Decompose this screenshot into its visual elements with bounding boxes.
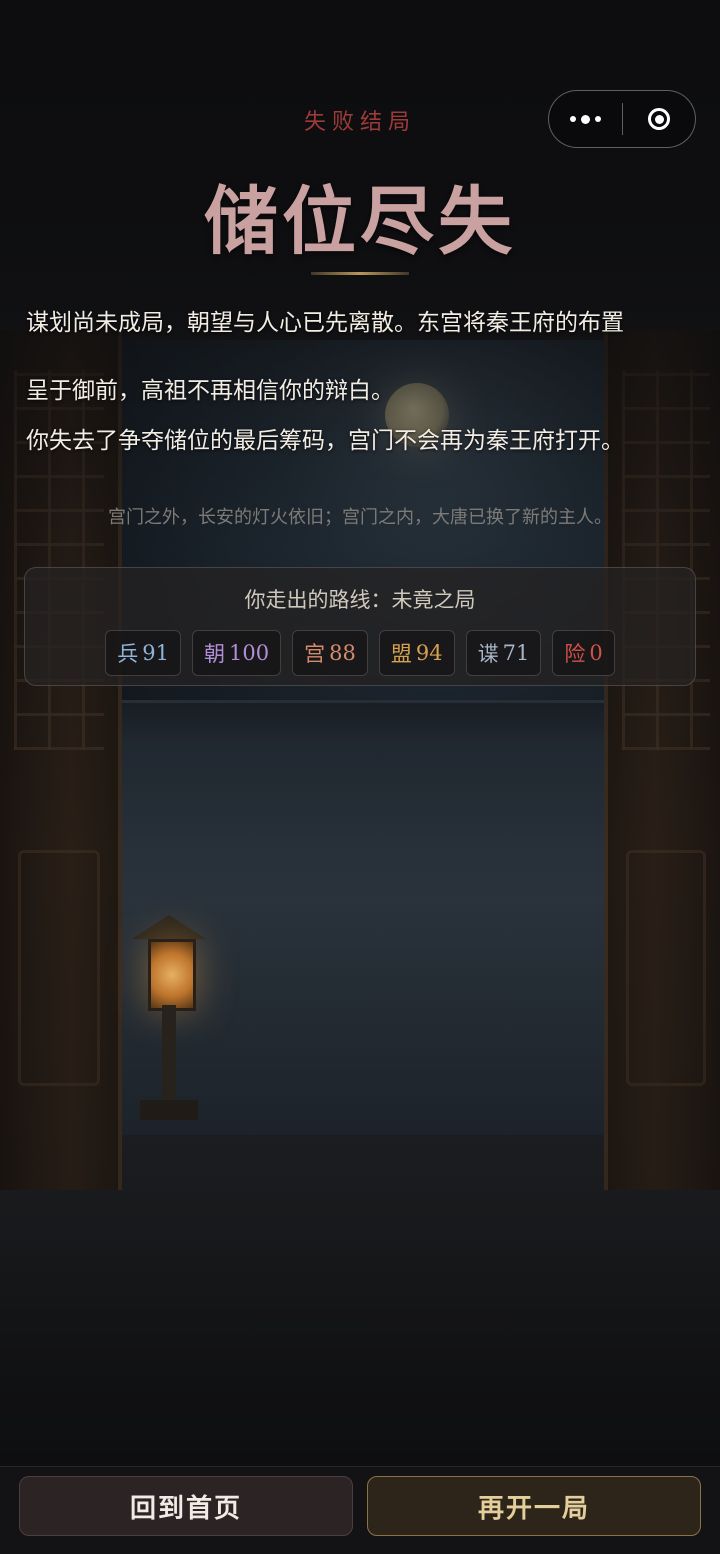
stat-badge: 盟 94 [378, 630, 455, 676]
narrative-line-3: 你失去了争夺储位的最后筹码，宫门不会再为秦王府打开。 [26, 428, 624, 454]
stat-label: 盟 [390, 642, 412, 666]
stat-value: 71 [502, 641, 530, 665]
stat-label: 朝 [204, 642, 226, 666]
bottom-action-bar: 回到首页 再开一局 [0, 1466, 720, 1554]
stat-label: 谍 [477, 642, 499, 666]
route-card: 你走出的路线：未竟之局 兵 91 朝 100 宫 88 盟 94 谍 71 险 … [24, 567, 696, 686]
stat-badge: 兵 91 [105, 630, 182, 676]
stat-value: 100 [229, 641, 270, 665]
restart-button[interactable]: 再开一局 [367, 1476, 701, 1536]
narrative-line-1: 谋划尚未成局，朝望与人心已先离散。东宫将秦王府的布置 [26, 310, 624, 336]
stat-value: 88 [329, 641, 356, 665]
route-label: 你走出的路线：未竟之局 [244, 588, 476, 612]
stat-label: 宫 [304, 642, 326, 666]
stat-badge: 险 0 [552, 630, 615, 676]
epilogue-note: 宫门之外，长安的灯火依旧；宫门之内，大唐已换了新的主人。 [108, 507, 612, 528]
stats-row: 兵 91 朝 100 宫 88 盟 94 谍 71 险 0 [25, 630, 695, 676]
stat-value: 91 [142, 641, 170, 665]
stat-value: 0 [589, 641, 603, 665]
title-divider [311, 272, 409, 275]
stat-label: 险 [564, 642, 586, 666]
narrative-line-2: 呈于御前，高祖不再相信你的辩白。 [26, 378, 394, 404]
stat-value: 94 [415, 641, 443, 665]
stat-badge: 宫 88 [292, 630, 368, 676]
stat-badge: 朝 100 [192, 630, 282, 676]
ending-type: 失败结局 [303, 110, 416, 135]
stat-badge: 谍 71 [465, 630, 542, 676]
page-title: 储位尽失 [204, 179, 516, 265]
stat-label: 兵 [117, 642, 139, 666]
home-button[interactable]: 回到首页 [19, 1476, 353, 1536]
